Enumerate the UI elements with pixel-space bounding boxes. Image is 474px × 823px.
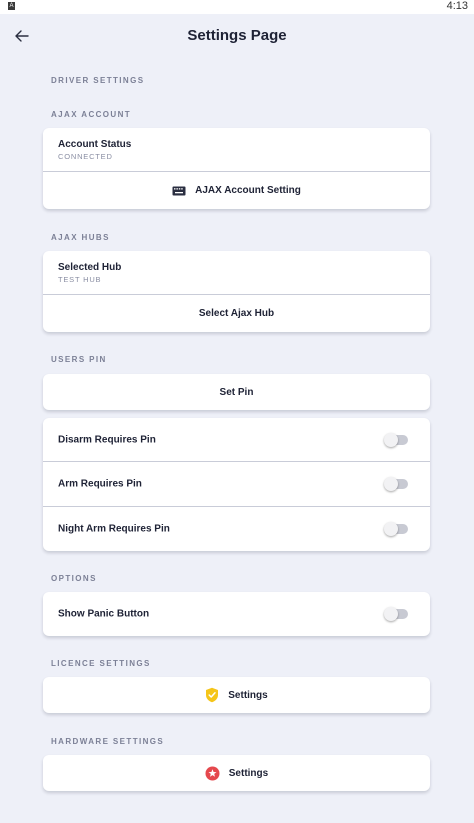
options-card: Show Panic Button (43, 592, 430, 636)
section-label-users-pin: USERS PIN (51, 355, 107, 364)
show-panic-button-toggle[interactable] (384, 607, 408, 621)
night-arm-requires-pin-label: Night Arm Requires Pin (58, 523, 170, 535)
section-label-driver-settings: DRIVER SETTINGS (51, 76, 145, 85)
section-label-options: OPTIONS (51, 574, 97, 583)
disarm-requires-pin-label: Disarm Requires Pin (58, 434, 156, 445)
disarm-requires-pin-toggle[interactable] (384, 432, 408, 447)
ajax-account-setting-button[interactable]: AJAX Account Setting (43, 172, 430, 209)
account-status-row: Account Status CONNECTED (43, 128, 430, 172)
toggle-knob (384, 607, 398, 621)
account-status-value: CONNECTED (58, 152, 113, 161)
set-pin-button[interactable]: Set Pin (43, 374, 430, 410)
toggle-knob (384, 432, 398, 447)
page-title: Settings Page (187, 27, 287, 44)
hardware-settings-button[interactable]: Settings (43, 755, 430, 791)
ajax-account-setting-label: AJAX Account Setting (195, 185, 301, 196)
status-time: 4:13 (446, 0, 468, 12)
selected-hub-value: TEST HUB (58, 275, 102, 284)
show-panic-button-label: Show Panic Button (58, 608, 150, 620)
app-status-icon: A (8, 2, 15, 10)
header: Settings Page (0, 20, 474, 52)
licence-settings-card: Settings (43, 677, 430, 713)
shield-check-icon (205, 687, 219, 703)
licence-settings-button[interactable]: Settings (43, 677, 430, 713)
section-label-ajax-hubs: AJAX HUBS (51, 233, 110, 242)
hardware-settings-label: Settings (228, 767, 269, 779)
section-label-licence-settings: LICENCE SETTINGS (51, 659, 151, 668)
arm-requires-pin-row: Arm Requires Pin (43, 462, 430, 507)
toggle-knob (384, 522, 398, 536)
keyboard-icon (172, 186, 186, 196)
set-pin-card: Set Pin (43, 374, 430, 410)
disarm-requires-pin-row: Disarm Requires Pin (43, 418, 430, 462)
night-arm-requires-pin-row: Night Arm Requires Pin (43, 507, 430, 551)
account-status-title: Account Status (58, 139, 132, 150)
ajax-hubs-card: Selected Hub TEST HUB Select Ajax Hub (43, 251, 430, 332)
arm-requires-pin-toggle[interactable] (384, 477, 408, 491)
show-panic-button-row: Show Panic Button (43, 592, 430, 636)
select-ajax-hub-label: Select Ajax Hub (198, 308, 275, 319)
select-ajax-hub-button[interactable]: Select Ajax Hub (43, 295, 430, 332)
toggle-knob (384, 477, 398, 491)
star-badge-icon (205, 766, 220, 781)
pin-toggles-card: Disarm Requires Pin Arm Requires Pin Nig… (43, 418, 430, 551)
set-pin-label: Set Pin (219, 386, 254, 398)
hardware-settings-card: Settings (43, 755, 430, 791)
night-arm-requires-pin-toggle[interactable] (384, 522, 408, 536)
ajax-account-card: Account Status CONNECTED AJAX Account Se… (43, 128, 430, 209)
licence-settings-label: Settings (228, 689, 268, 701)
selected-hub-row: Selected Hub TEST HUB (43, 251, 430, 295)
selected-hub-title: Selected Hub (58, 262, 122, 273)
section-label-hardware-settings: HARDWARE SETTINGS (51, 737, 165, 746)
status-bar: A 4:13 (0, 0, 474, 14)
arm-requires-pin-label: Arm Requires Pin (58, 478, 142, 490)
section-label-ajax-account: AJAX ACCOUNT (51, 110, 132, 119)
